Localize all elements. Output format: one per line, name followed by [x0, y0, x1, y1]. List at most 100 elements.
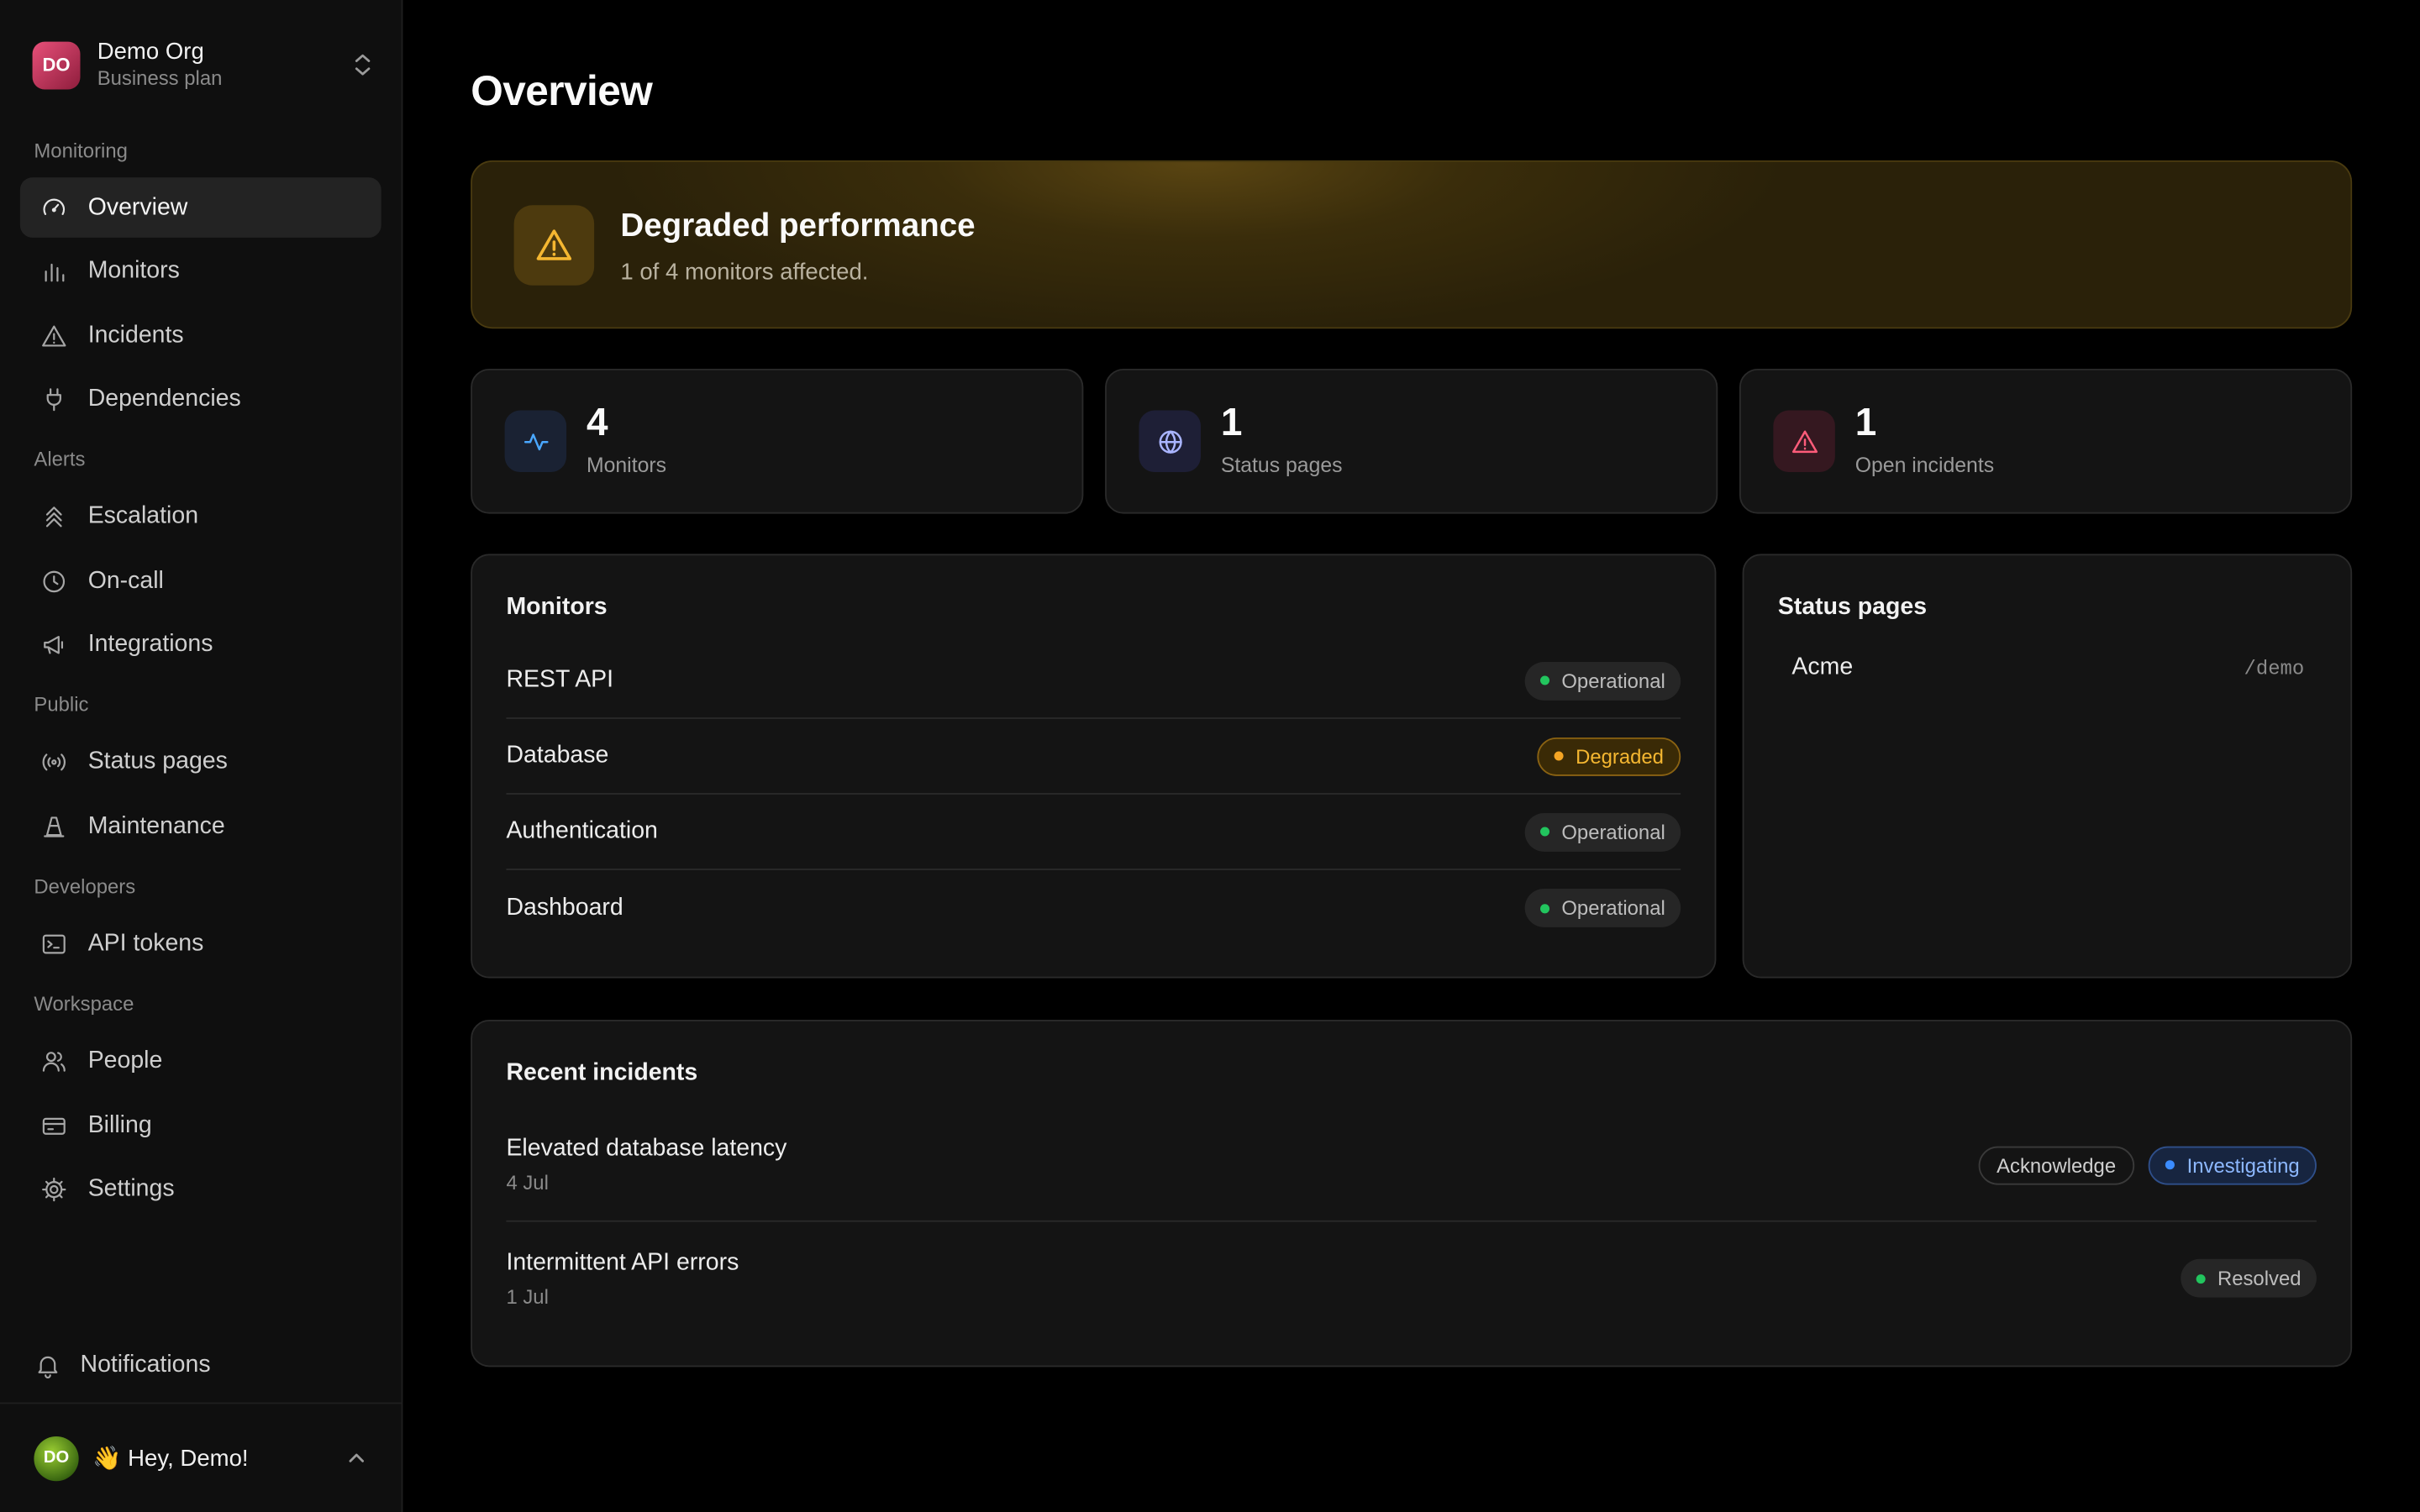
- monitor-name: Database: [506, 742, 609, 769]
- monitors-card: Monitors REST API Operational Database D…: [471, 554, 1717, 979]
- sidebar-item-people[interactable]: People: [20, 1031, 381, 1091]
- stat-value: 1: [1854, 401, 1877, 444]
- sidebar-item-label: Incidents: [87, 321, 184, 349]
- section-label-developers: Developers: [34, 874, 136, 898]
- page-title: Overview: [471, 67, 653, 114]
- plug-icon: [40, 385, 68, 412]
- status-badge: Investigating: [2148, 1145, 2317, 1184]
- acknowledge-button[interactable]: Acknowledge: [1978, 1145, 2135, 1184]
- stat-card-status-pages[interactable]: 1 Status pages: [1105, 368, 1718, 514]
- org-switcher[interactable]: DO Demo Org Business plan: [32, 37, 374, 91]
- sidebar-item-monitors[interactable]: Monitors: [20, 241, 381, 302]
- status-badge: Operational: [1524, 812, 1681, 851]
- activity-icon: [504, 410, 567, 473]
- section-label-alerts: Alerts: [34, 447, 86, 471]
- sidebar-item-label: Dependencies: [87, 385, 241, 412]
- bar-chart-icon: [40, 257, 68, 285]
- gauge-icon: [40, 194, 68, 222]
- sidebar-item-label: Settings: [87, 1174, 175, 1201]
- sidebar-item-api-tokens[interactable]: API tokens: [20, 913, 381, 974]
- incident-row[interactable]: Intermittent API errors 1 Jul Resolved: [506, 1222, 2317, 1335]
- sidebar-item-incidents[interactable]: Incidents: [20, 306, 381, 366]
- status-badge: Degraded: [1537, 737, 1681, 775]
- globe-icon: [1139, 410, 1201, 473]
- terminal-icon: [40, 930, 68, 958]
- monitor-name: Dashboard: [506, 894, 623, 921]
- sidebar-item-status-pages[interactable]: Status pages: [20, 732, 381, 792]
- chevrons-up-icon: [40, 502, 68, 530]
- monitor-row-rest-api[interactable]: REST API Operational: [506, 643, 1681, 719]
- broadcast-icon: [40, 748, 68, 775]
- status-page-name: Acme: [1791, 654, 1854, 680]
- org-plan: Business plan: [97, 66, 223, 89]
- card-title: Status pages: [1777, 594, 1928, 621]
- monitor-name: Authentication: [506, 817, 658, 844]
- status-page-row[interactable]: Acme /demo: [1791, 654, 2304, 682]
- sidebar-item-maintenance[interactable]: Maintenance: [20, 796, 381, 857]
- sidebar-item-settings[interactable]: Settings: [20, 1158, 381, 1219]
- org-name: Demo Org: [97, 37, 204, 65]
- credit-card-icon: [40, 1111, 68, 1139]
- monitor-name: REST API: [506, 666, 614, 693]
- banner-title: Degraded performance: [620, 207, 976, 244]
- chevron-up-icon: [349, 1453, 365, 1462]
- sidebar-item-label: API tokens: [87, 929, 204, 956]
- sidebar-divider: [0, 1402, 402, 1404]
- status-badge: Operational: [1524, 888, 1681, 927]
- main-content: Overview Degraded performance 1 of 4 mon…: [402, 0, 2420, 1512]
- sidebar-item-label: Integrations: [87, 630, 213, 657]
- card-title: Monitors: [506, 594, 608, 621]
- sidebar: DO Demo Org Business plan Monitoring Ove…: [0, 0, 403, 1512]
- notifications-label: Notifications: [80, 1351, 211, 1378]
- megaphone-icon: [40, 630, 68, 658]
- monitor-row-authentication[interactable]: Authentication Operational: [506, 795, 1681, 870]
- sidebar-item-dependencies[interactable]: Dependencies: [20, 369, 381, 429]
- sidebar-item-label: Status pages: [87, 747, 228, 774]
- gear-icon: [40, 1175, 68, 1203]
- clock-icon: [40, 567, 68, 595]
- stat-label: Monitors: [586, 453, 667, 477]
- warning-icon: [1773, 410, 1835, 473]
- sidebar-item-label: Monitors: [87, 256, 180, 284]
- sidebar-item-on-call[interactable]: On-call: [20, 551, 381, 612]
- sidebar-item-overview[interactable]: Overview: [19, 177, 381, 238]
- monitor-row-database[interactable]: Database Degraded: [506, 719, 1681, 795]
- sidebar-item-label: On-call: [87, 566, 164, 594]
- cone-icon: [40, 812, 68, 840]
- stat-label: Open incidents: [1854, 453, 1995, 477]
- notifications-button[interactable]: Notifications: [34, 1351, 211, 1379]
- sidebar-item-integrations[interactable]: Integrations: [20, 614, 381, 675]
- incident-row[interactable]: Elevated database latency 4 Jul Acknowle…: [506, 1110, 2317, 1222]
- bell-icon: [38, 1356, 58, 1378]
- section-label-monitoring: Monitoring: [34, 139, 128, 162]
- sidebar-item-label: Maintenance: [87, 812, 225, 839]
- avatar: DO: [34, 1436, 79, 1481]
- incident-title: Elevated database latency: [506, 1135, 787, 1163]
- incident-date: 1 Jul: [506, 1284, 549, 1308]
- stat-card-monitors[interactable]: 4 Monitors: [471, 368, 1084, 514]
- user-menu[interactable]: DO 👋 Hey, Demo!: [34, 1435, 367, 1481]
- card-title: Recent incidents: [506, 1059, 698, 1087]
- incident-title: Intermittent API errors: [506, 1248, 739, 1276]
- monitor-row-dashboard[interactable]: Dashboard Operational: [506, 870, 1681, 946]
- status-badge: Operational: [1524, 661, 1681, 700]
- incident-date: 4 Jul: [506, 1171, 549, 1194]
- section-label-workspace: Workspace: [34, 991, 134, 1016]
- org-avatar: DO: [32, 40, 81, 89]
- sidebar-item-escalation[interactable]: Escalation: [20, 486, 381, 547]
- warning-icon: [40, 322, 68, 349]
- status-badge: Resolved: [2180, 1258, 2317, 1298]
- section-label-public: Public: [34, 692, 89, 717]
- status-page-slug: /demo: [2244, 656, 2305, 680]
- stat-value: 4: [586, 401, 608, 444]
- stat-value: 1: [1220, 401, 1243, 444]
- sidebar-item-label: Escalation: [87, 501, 199, 529]
- stat-card-open-incidents[interactable]: 1 Open incidents: [1739, 368, 2353, 514]
- users-icon: [40, 1047, 68, 1074]
- sidebar-item-label: Overview: [87, 193, 188, 220]
- chevron-up-down-icon: [355, 54, 371, 76]
- status-banner: Degraded performance 1 of 4 monitors aff…: [471, 160, 2353, 329]
- warning-icon: [513, 205, 595, 286]
- banner-subtitle: 1 of 4 monitors affected.: [620, 259, 869, 286]
- sidebar-item-billing[interactable]: Billing: [20, 1095, 381, 1156]
